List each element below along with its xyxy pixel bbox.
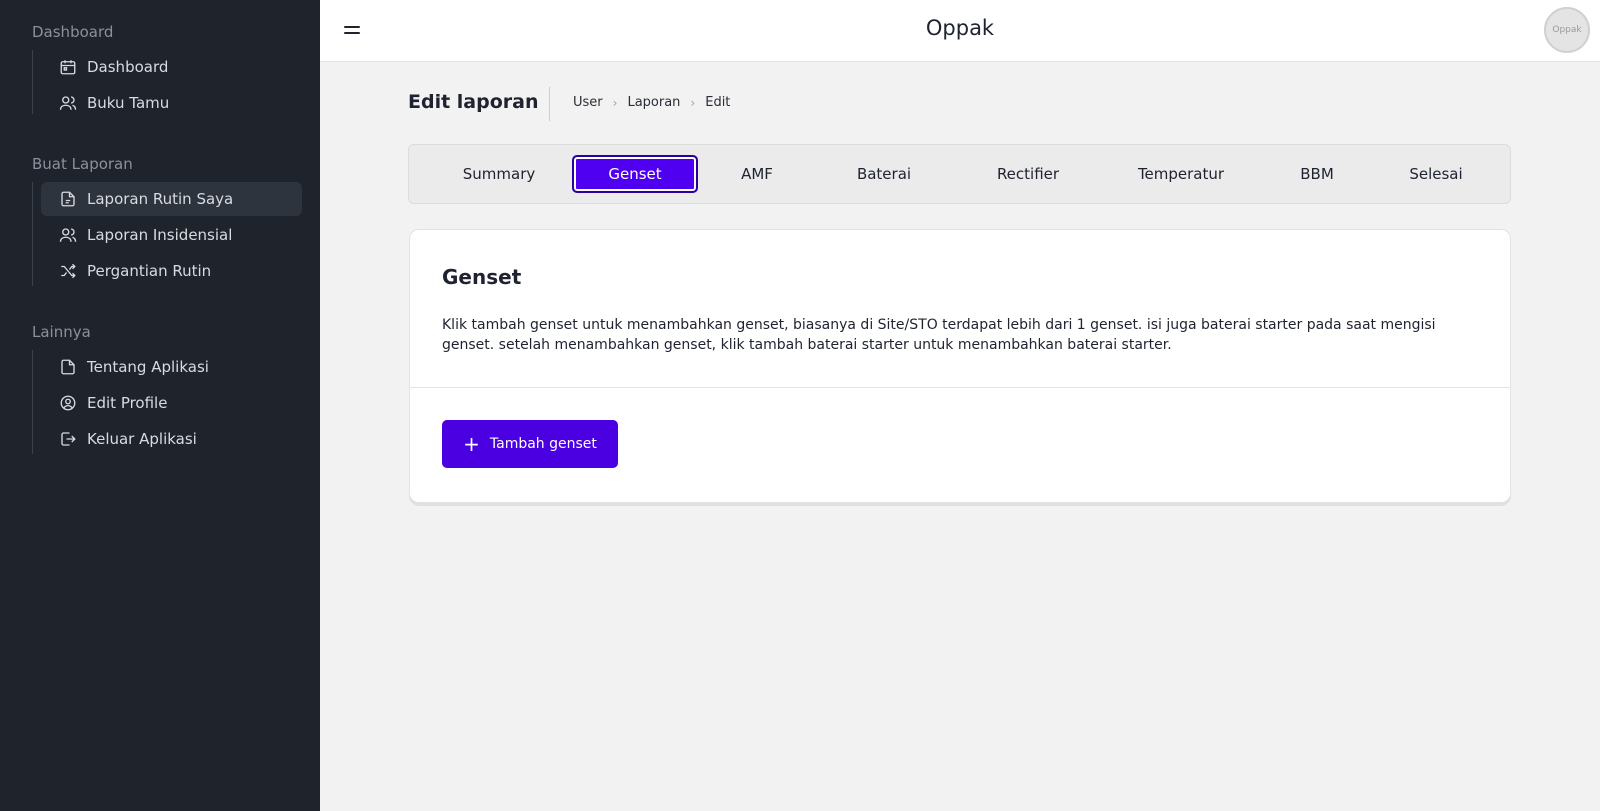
card-title: Genset bbox=[442, 265, 522, 289]
sidebar-group-lainnya: Tentang Aplikasi Edit Profile Keluar Apl… bbox=[32, 350, 302, 454]
sidebar-section-title: Dashboard bbox=[32, 23, 114, 41]
sidebar-item-tentang-aplikasi[interactable]: Tentang Aplikasi bbox=[41, 350, 302, 384]
genset-card: Genset Klik tambah genset untuk menambah… bbox=[409, 229, 1511, 503]
card-description: Klik tambah genset untuk menambahkan gen… bbox=[442, 317, 1436, 353]
sidebar-group-buat-laporan: Laporan Rutin Saya Laporan Insidensial P… bbox=[32, 182, 302, 286]
file-report-icon bbox=[59, 190, 77, 208]
sidebar-section-title: Buat Laporan bbox=[32, 155, 133, 173]
sidebar-item-pergantian-rutin[interactable]: Pergantian Rutin bbox=[41, 254, 302, 288]
users-icon bbox=[59, 94, 77, 112]
tab-amf[interactable]: AMF bbox=[707, 155, 807, 193]
file-icon bbox=[59, 358, 77, 376]
sidebar-item-laporan-rutin-saya[interactable]: Laporan Rutin Saya bbox=[41, 182, 302, 216]
top-bar: Oppak Oppak bbox=[320, 0, 1600, 62]
sidebar-section-title: Lainnya bbox=[32, 323, 91, 341]
add-genset-label: Tambah genset bbox=[489, 436, 597, 452]
user-circle-icon bbox=[59, 394, 77, 412]
sidebar-group-dashboard: Dashboard Buku Tamu bbox=[32, 50, 302, 114]
sidebar-item-label: Dashboard bbox=[87, 58, 169, 76]
breadcrumb-laporan[interactable]: Laporan bbox=[627, 95, 680, 110]
shuffle-icon bbox=[59, 262, 77, 280]
sidebar-item-label: Keluar Aplikasi bbox=[87, 430, 197, 448]
sidebar-item-label: Edit Profile bbox=[87, 394, 168, 412]
app-title: Oppak bbox=[925, 16, 995, 40]
chevron-right-icon: › bbox=[612, 95, 618, 110]
tab-temperatur[interactable]: Temperatur bbox=[1101, 155, 1261, 193]
card-divider bbox=[410, 387, 1510, 388]
tab-baterai[interactable]: Baterai bbox=[824, 155, 944, 193]
avatar[interactable]: Oppak bbox=[1544, 7, 1590, 53]
calendar-icon bbox=[59, 58, 77, 76]
users-icon bbox=[59, 226, 77, 244]
sidebar-item-buku-tamu[interactable]: Buku Tamu bbox=[41, 86, 302, 120]
tab-rectifier[interactable]: Rectifier bbox=[958, 155, 1098, 193]
sidebar-item-label: Pergantian Rutin bbox=[87, 262, 212, 280]
sidebar-item-label: Laporan Insidensial bbox=[87, 226, 233, 244]
sidebar: Dashboard Dashboard Buku Tamu Buat Lapor… bbox=[0, 0, 320, 811]
report-tabs: Summary Genset AMF Baterai Rectifier Tem… bbox=[408, 144, 1511, 204]
breadcrumb-user[interactable]: User bbox=[573, 95, 603, 110]
breadcrumb-edit: Edit bbox=[705, 95, 731, 110]
tab-summary[interactable]: Summary bbox=[429, 155, 569, 193]
sidebar-item-keluar-aplikasi[interactable]: Keluar Aplikasi bbox=[41, 422, 302, 456]
tab-bbm[interactable]: BBM bbox=[1262, 155, 1372, 193]
heading-divider bbox=[549, 87, 550, 121]
page-title: Edit laporan bbox=[408, 91, 539, 113]
sidebar-item-label: Tentang Aplikasi bbox=[87, 358, 209, 376]
sidebar-item-edit-profile[interactable]: Edit Profile bbox=[41, 386, 302, 420]
sidebar-item-label: Buku Tamu bbox=[87, 94, 170, 112]
sidebar-item-laporan-insidensial[interactable]: Laporan Insidensial bbox=[41, 218, 302, 252]
chevron-right-icon: › bbox=[690, 95, 696, 110]
plus-icon: + bbox=[463, 432, 480, 456]
add-genset-button[interactable]: + Tambah genset bbox=[442, 420, 618, 468]
tab-genset[interactable]: Genset bbox=[572, 155, 698, 193]
logout-icon bbox=[59, 430, 77, 448]
breadcrumb: User › Laporan › Edit bbox=[573, 95, 730, 110]
tab-selesai[interactable]: Selesai bbox=[1376, 155, 1496, 193]
sidebar-item-dashboard[interactable]: Dashboard bbox=[41, 50, 302, 84]
sidebar-item-label: Laporan Rutin Saya bbox=[87, 190, 234, 208]
